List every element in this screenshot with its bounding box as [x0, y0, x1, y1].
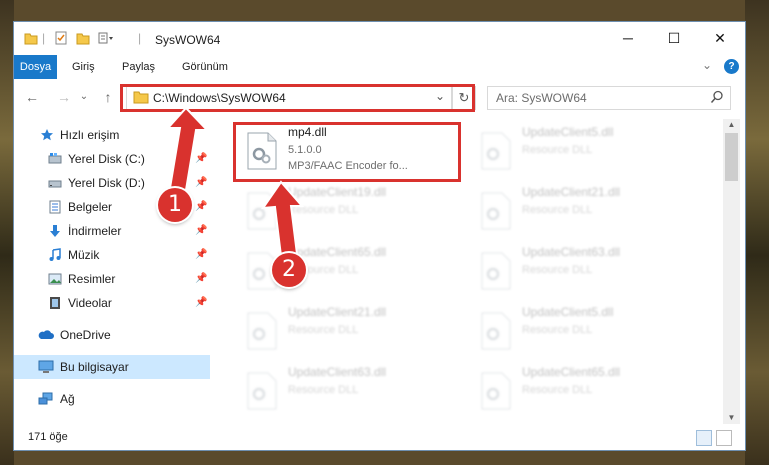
arrow-to-file [260, 180, 305, 258]
step-marker-1: 1 [158, 188, 192, 222]
annotation-arrows [165, 106, 305, 258]
arrow-to-address [165, 106, 210, 192]
step-marker-2: 2 [272, 253, 306, 287]
